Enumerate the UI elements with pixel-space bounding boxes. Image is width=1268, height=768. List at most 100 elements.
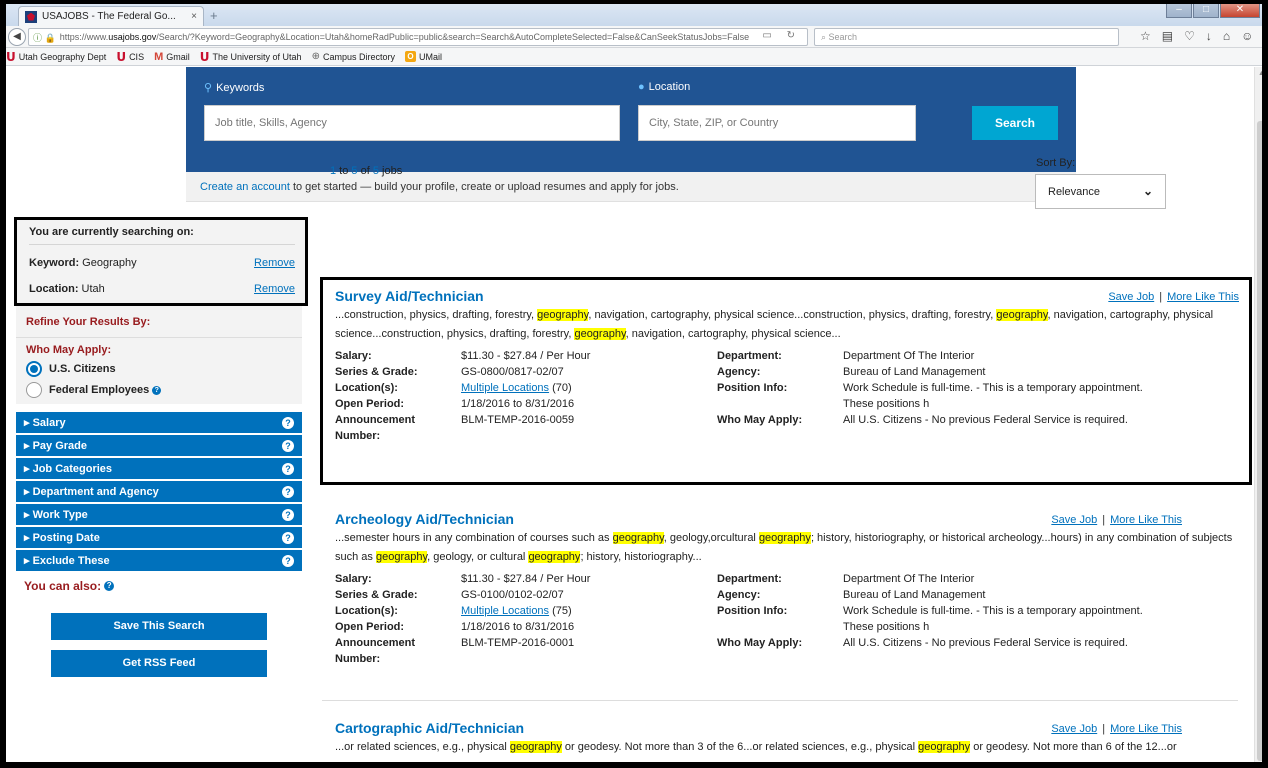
save-search-button[interactable]: Save This Search	[51, 613, 267, 640]
job-actions: Save Job | More Like This	[1108, 291, 1239, 303]
back-arrow-icon[interactable]: ◀	[8, 27, 26, 46]
remove-keyword-link[interactable]: Remove	[254, 257, 295, 269]
keyword-highlight: geography	[918, 741, 971, 753]
reading-list-icon[interactable]: ▤	[1162, 29, 1173, 43]
page-scrollbar[interactable]: ▲	[1254, 67, 1268, 764]
job-details: Salary: $11.30 - $27.84 / Per Hour Departm…	[335, 350, 1143, 442]
minimize-icon[interactable]: –	[1166, 2, 1192, 18]
job-card: Cartographic Aid/Technician Save Job | Mor…	[320, 712, 1252, 764]
multiple-locations-link[interactable]: Multiple Locations	[461, 382, 549, 394]
keyword-highlight: geography	[758, 532, 811, 544]
job-snippet: ...construction, physics, drafting, fore…	[335, 306, 1235, 344]
download-icon[interactable]: ↓	[1206, 29, 1212, 43]
navigation-toolbar: ◀ ⓘ 🔒 https://www. usajobs.gov/Search/?Ke…	[0, 26, 1268, 48]
usajobs-favicon-icon	[25, 10, 37, 23]
bookmark-campus-directory[interactable]: ⊕ Campus Directory	[312, 51, 395, 62]
rss-feed-button[interactable]: Get RSS Feed	[51, 650, 267, 677]
who-may-apply-group: Who May Apply: U.S. Citizens Federal Emp…	[16, 338, 302, 404]
facet-work-type[interactable]: ▸ Work Type?	[16, 504, 302, 527]
snippet-text: , navigation, cartography, physical scie…	[588, 309, 997, 321]
help-icon[interactable]: ?	[152, 385, 162, 395]
home-icon[interactable]: ⌂	[1223, 29, 1230, 43]
account-banner: Create an account to get started — build…	[186, 172, 1076, 202]
globe-icon: ⊕	[311, 51, 320, 62]
save-job-link[interactable]: Save Job	[1108, 291, 1154, 303]
more-like-this-link[interactable]: More Like This	[1167, 291, 1239, 303]
search-hero: ⚲Keywords ●Location Search	[186, 67, 1076, 172]
keyword-highlight: geography	[612, 532, 664, 544]
help-icon[interactable]: ?	[282, 531, 294, 544]
radio-unselected-icon[interactable]	[26, 382, 42, 398]
maximize-icon[interactable]: □	[1193, 2, 1219, 18]
window-controls: – □ ✕	[1166, 2, 1260, 18]
save-job-link[interactable]: Save Job	[1051, 514, 1097, 526]
url-prefix: https://www.	[59, 32, 109, 42]
menu-icon[interactable]: ≡	[1264, 29, 1268, 43]
criteria-keyword: Keyword: Geography Remove	[29, 257, 295, 269]
keywords-input[interactable]	[204, 105, 620, 141]
browser-tab[interactable]: USAJOBS - The Federal Go... ×	[18, 6, 204, 26]
more-like-this-link[interactable]: More Like This	[1110, 514, 1182, 526]
pocket-icon[interactable]: ♡	[1184, 29, 1195, 43]
chat-icon[interactable]: ☺	[1241, 29, 1253, 43]
multiple-locations-link[interactable]: Multiple Locations	[461, 605, 549, 617]
browser-search-input[interactable]: ⌕ Search	[814, 28, 1119, 46]
bookmark-gmail[interactable]: M Gmail	[154, 51, 190, 63]
help-icon[interactable]: ?	[282, 462, 294, 475]
radio-us-citizens[interactable]: U.S. Citizens	[26, 361, 292, 377]
utah-logo-icon: U	[6, 49, 16, 64]
help-icon[interactable]: ?	[104, 581, 115, 591]
facet-pay-grade[interactable]: ▸ Pay Grade?	[16, 435, 302, 458]
close-tab-icon[interactable]: ×	[191, 11, 197, 22]
help-icon[interactable]: ?	[282, 485, 294, 498]
help-icon[interactable]: ?	[282, 508, 294, 521]
facet-job-categories[interactable]: ▸ Job Categories?	[16, 458, 302, 481]
keyword-highlight: geography	[537, 309, 589, 321]
snippet-text: , geology,orcultural	[663, 532, 759, 544]
gmail-icon: M	[154, 50, 164, 63]
sort-select[interactable]: Relevance ⌄	[1035, 174, 1166, 209]
scroll-up-icon[interactable]: ▲	[1258, 70, 1265, 77]
bookmark-umail[interactable]: O UMail	[404, 51, 442, 62]
help-icon[interactable]: ?	[282, 439, 294, 452]
keyword-highlight: geography	[528, 551, 581, 563]
tab-title: USAJOBS - The Federal Go...	[42, 11, 176, 22]
save-job-link[interactable]: Save Job	[1051, 723, 1097, 735]
radio-federal-employees[interactable]: Federal Employees?	[26, 382, 292, 398]
facet-posting-date[interactable]: ▸ Posting Date?	[16, 527, 302, 550]
snippet-text: ; history, historiography...	[580, 551, 702, 563]
address-bar[interactable]: ⓘ 🔒 https://www. usajobs.gov/Search/?Keyw…	[28, 28, 808, 46]
search-button[interactable]: Search	[972, 106, 1058, 140]
radio-selected-icon[interactable]	[26, 361, 42, 377]
bookmark-utah-geography[interactable]: U Utah Geography Dept	[6, 50, 106, 64]
location-input[interactable]	[638, 105, 916, 141]
new-tab-icon[interactable]: +	[210, 8, 218, 23]
sidebar: You are currently searching on: Keyword:…	[14, 217, 308, 677]
lock-icon: ⓘ 🔒	[33, 32, 56, 43]
reload-icon[interactable]: ▭ ↻	[762, 30, 801, 41]
scrollbar-thumb[interactable]	[1257, 121, 1266, 761]
create-account-link[interactable]: Create an account	[200, 181, 290, 193]
bookmark-university-of-utah[interactable]: U The University of Utah	[200, 50, 302, 64]
browser-toolbar-icons: ☆ ▤ ♡ ↓ ⌂ ☺ ≡	[1140, 29, 1268, 43]
help-icon[interactable]: ?	[282, 554, 294, 567]
bookmark-cis[interactable]: U CIS	[116, 50, 144, 64]
help-icon[interactable]: ?	[282, 416, 294, 429]
close-window-icon[interactable]: ✕	[1220, 2, 1260, 18]
more-like-this-link[interactable]: More Like This	[1110, 723, 1182, 735]
outlook-icon: O	[404, 51, 416, 62]
refine-panel: Refine Your Results By: Who May Apply: U…	[16, 306, 302, 404]
job-card: Archeology Aid/Technician Save Job | More …	[320, 503, 1252, 703]
job-details: Salary: $11.30 - $27.84 / Per Hour Departm…	[335, 573, 1143, 665]
facet-salary[interactable]: ▸ Salary?	[16, 412, 302, 435]
search-icon: ⌕	[821, 32, 829, 42]
keyword-highlight: geography	[509, 741, 562, 753]
bookmark-star-icon[interactable]: ☆	[1140, 29, 1151, 43]
result-count: 1 to 5 of 5 jobs	[330, 165, 403, 177]
snippet-text: ...construction, physics, drafting, fore…	[335, 309, 538, 321]
facet-exclude-these[interactable]: ▸ Exclude These?	[16, 550, 302, 573]
facet-department-agency[interactable]: ▸ Department and Agency?	[16, 481, 302, 504]
remove-location-link[interactable]: Remove	[254, 283, 295, 295]
current-search-box: You are currently searching on: Keyword:…	[14, 217, 308, 306]
job-actions: Save Job | More Like This	[1051, 514, 1182, 526]
